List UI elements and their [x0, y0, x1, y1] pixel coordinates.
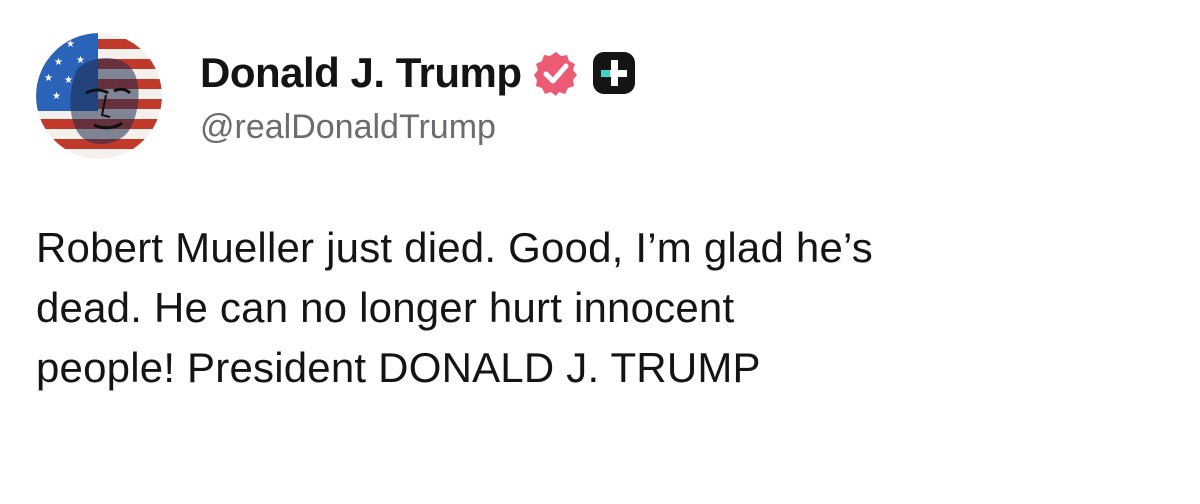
svg-text:★: ★: [52, 91, 61, 102]
post-text-line: people! President DONALD J. TRUMP: [36, 344, 761, 391]
flag-portrait-avatar: ★ ★ ★ ★ ★ ★ ★: [36, 33, 162, 159]
post-text-line: dead. He can no longer hurt innocent: [36, 284, 735, 331]
svg-text:★: ★: [64, 75, 73, 86]
plus-badge-icon: [590, 49, 638, 97]
svg-text:★: ★: [44, 41, 53, 52]
svg-text:★: ★: [44, 73, 53, 84]
post-text: Robert Mueller just died. Good, I’m glad…: [36, 218, 1166, 398]
author-display-name[interactable]: Donald J. Trump: [200, 49, 522, 97]
author-handle[interactable]: @realDonaldTrump: [200, 108, 496, 147]
svg-text:★: ★: [66, 39, 75, 50]
post-text-line: Robert Mueller just died. Good, I’m glad…: [36, 224, 873, 271]
verified-badge-icon: [532, 49, 580, 97]
svg-text:★: ★: [54, 57, 63, 68]
author-avatar[interactable]: ★ ★ ★ ★ ★ ★ ★: [36, 33, 162, 159]
post-card: ★ ★ ★ ★ ★ ★ ★ Donald J. Trump @realDonal…: [0, 0, 1200, 504]
author-name-row: Donald J. Trump: [200, 44, 638, 102]
